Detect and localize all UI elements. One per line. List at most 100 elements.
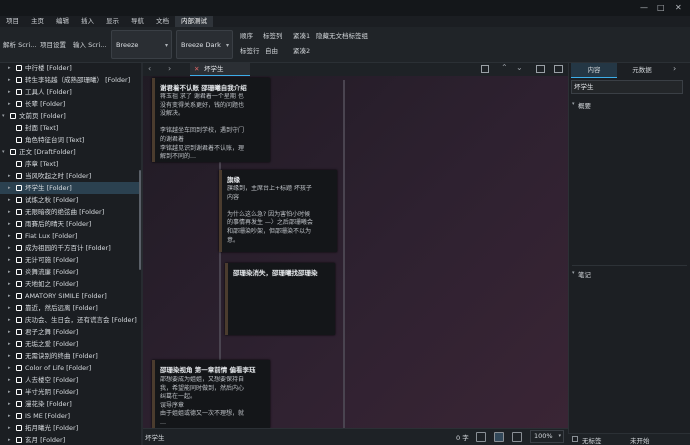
tree-item[interactable]: ▸ 半寸光阴 [Folder] xyxy=(0,386,139,398)
toggle-inspector-icon[interactable] xyxy=(554,65,563,73)
tree-item[interactable]: ▸ 漫花染 [Folder] xyxy=(0,398,139,410)
tree-item[interactable]: ▾ 文前页 [Folder] xyxy=(0,110,139,122)
tree-item[interactable]: ▸ 无计可施 [Folder] xyxy=(0,254,139,266)
tree-item[interactable]: ▸ 成为祖园的千方百计 [Folder] xyxy=(0,242,139,254)
notes-section[interactable]: ▾ 笔记 xyxy=(572,269,591,279)
chevron-right-icon[interactable]: ▸ xyxy=(8,398,11,410)
tree-item[interactable]: ▸ AMATORY SIMILE [Folder] xyxy=(0,290,139,302)
tree-item[interactable]: ▸ 无垢之爱 [Folder] xyxy=(0,338,139,350)
tab-document[interactable]: ✕ 坏学生 xyxy=(190,63,250,76)
hide-empty-label-groups-button[interactable]: 隐藏无文档标签组 xyxy=(316,31,368,41)
chevron-right-icon[interactable]: ▸ xyxy=(8,374,11,386)
tree-item[interactable]: ▸ 拓月曦光 [Folder] xyxy=(0,422,139,434)
menu-view[interactable]: 显示 xyxy=(100,16,125,27)
more-tabs-icon[interactable]: › xyxy=(673,64,676,73)
chevron-right-icon[interactable]: ▸ xyxy=(8,254,11,266)
tree-item[interactable]: ▸ 试炼之秋 [Folder] xyxy=(0,194,139,206)
back-arrow-icon[interactable]: ‹ xyxy=(148,64,151,73)
chevron-right-icon[interactable]: ▸ xyxy=(8,74,11,86)
status-value[interactable]: 未开始 xyxy=(630,435,650,445)
color-scheme-combo[interactable]: Breeze Dark ▾ xyxy=(176,30,233,59)
chevron-right-icon[interactable]: ▸ xyxy=(8,422,11,434)
index-card[interactable]: 邵珊染视角 第一章前情 偏看李珏 邵想要成为姐姐，又想要保持自 我，希望能同时做… xyxy=(152,360,270,428)
tree-item[interactable]: ▸ 长辈 [Folder] xyxy=(0,98,139,110)
chevron-right-icon[interactable]: ▸ xyxy=(8,170,11,182)
chevron-right-icon[interactable]: ▸ xyxy=(8,182,11,194)
index-card[interactable]: 邵珊染消失，邵珊曦找邵珊染 xyxy=(225,263,335,335)
close-tab-icon[interactable]: ✕ xyxy=(194,63,199,76)
tree-item[interactable]: ▸ IS ME [Folder] xyxy=(0,410,139,422)
menu-document[interactable]: 文档 xyxy=(150,16,175,27)
chevron-right-icon[interactable]: ▸ xyxy=(8,266,11,278)
outline-view-icon[interactable] xyxy=(512,432,522,442)
menu-insert[interactable]: 插入 xyxy=(75,16,100,27)
index-card[interactable]: 旗缘 旗缘到，主席台上+标题 坏孩子 内容 为什么这么急? 因为害怕小时候 的事… xyxy=(219,170,337,252)
bookmark-icon[interactable] xyxy=(481,65,489,73)
tree-item[interactable]: ▸ 无限暗夜的绝弦曲 [Folder] xyxy=(0,206,139,218)
chevron-down-icon[interactable]: ▾ xyxy=(2,110,5,122)
chevron-right-icon[interactable]: ▸ xyxy=(8,326,11,338)
label-column-button[interactable]: 标签列 xyxy=(263,31,283,41)
chevron-right-icon[interactable]: ▸ xyxy=(8,98,11,110)
chevron-right-icon[interactable]: ▸ xyxy=(8,302,11,314)
binder-tree[interactable]: ▸ 中行楼 [Folder] ▸ 转生李铭越（成熟邵珊曦） [Folder] ▸ 工具人 … xyxy=(0,63,141,445)
tree-item[interactable]: ▸ 工具人 [Folder] xyxy=(0,86,139,98)
free-button[interactable]: 自由 xyxy=(265,46,278,56)
tree-item[interactable]: ▸ 坏学生 [Folder] xyxy=(0,182,139,194)
split-view-icon[interactable] xyxy=(536,65,545,73)
chevron-right-icon[interactable]: ▸ xyxy=(8,290,11,302)
order-button[interactable]: 顺序 xyxy=(240,31,253,41)
tab-content[interactable]: 内容 xyxy=(571,63,617,78)
tree-item[interactable]: ▸ 人去楼空 [Folder] xyxy=(0,374,139,386)
chevron-down-icon[interactable]: ⌄ xyxy=(516,63,523,72)
chevron-right-icon[interactable]: ▸ xyxy=(8,242,11,254)
chevron-right-icon[interactable]: ▸ xyxy=(8,362,11,374)
index-card[interactable]: 谢君着不认账 邵珊曦自我介绍 蒋玉祖 求了 谢君着一个星期 也 没有变得关系更好… xyxy=(152,78,270,162)
maximize-icon[interactable]: □ xyxy=(657,3,665,12)
tree-item[interactable]: ▸ 炎舞流廉 [Folder] xyxy=(0,266,139,278)
menu-edit[interactable]: 编辑 xyxy=(50,16,75,27)
tab-metadata[interactable]: 元数据 xyxy=(619,63,665,78)
chevron-right-icon[interactable]: ▸ xyxy=(8,314,11,326)
tree-item[interactable]: ▸ 天地如之 [Folder] xyxy=(0,278,139,290)
inspector-title-field[interactable]: 坏学生 xyxy=(571,80,683,94)
corkboard-view-icon[interactable] xyxy=(494,432,504,442)
label-checkbox[interactable] xyxy=(572,436,578,442)
chevron-right-icon[interactable]: ▸ xyxy=(8,350,11,362)
chevron-right-icon[interactable]: ▸ xyxy=(8,63,11,74)
chevron-right-icon[interactable]: ▸ xyxy=(8,194,11,206)
menu-project[interactable]: 项目 xyxy=(0,16,25,27)
import-script-button[interactable]: 输入 Scri... xyxy=(73,40,106,50)
compact1-button[interactable]: 紧凑1 xyxy=(293,31,310,41)
chevron-right-icon[interactable]: ▸ xyxy=(8,338,11,350)
tree-item[interactable]: ▾ 正文 [DraftFolder] xyxy=(0,146,139,158)
parse-script-button[interactable]: 解析 Scri... xyxy=(3,40,36,50)
forward-arrow-icon[interactable]: › xyxy=(168,64,171,73)
chevron-right-icon[interactable]: ▸ xyxy=(8,386,11,398)
tree-item[interactable]: ▸ 当风吹起之时 [Folder] xyxy=(0,170,139,182)
summary-section[interactable]: ▾ 概要 xyxy=(572,100,591,110)
menu-home[interactable]: 主页 xyxy=(25,16,50,27)
close-icon[interactable]: ✕ xyxy=(675,3,682,12)
label-value[interactable]: 无标签 xyxy=(582,435,602,445)
chevron-right-icon[interactable]: ▸ xyxy=(8,278,11,290)
chevron-up-icon[interactable]: ⌃ xyxy=(501,63,508,72)
chevron-right-icon[interactable]: ▸ xyxy=(8,434,11,445)
tree-item[interactable]: ▸ Color of Life [Folder] xyxy=(0,362,139,374)
tree-item[interactable]: ▸ 庆功会、生日会，还有谎言会 [Folder] xyxy=(0,314,139,326)
tree-item[interactable]: 封面 [Text] xyxy=(0,122,139,134)
menu-navigate[interactable]: 导航 xyxy=(125,16,150,27)
chevron-down-icon[interactable]: ▾ xyxy=(2,146,5,158)
chevron-right-icon[interactable]: ▸ xyxy=(8,206,11,218)
tree-item[interactable]: ▸ 转生李铭越（成熟邵珊曦） [Folder] xyxy=(0,74,139,86)
tree-item[interactable]: ▸ 中行楼 [Folder] xyxy=(0,63,139,74)
compact2-button[interactable]: 紧凑2 xyxy=(293,46,310,56)
text-view-icon[interactable] xyxy=(476,432,486,442)
zoom-select[interactable]: 100% ▾ xyxy=(530,430,564,443)
tree-item[interactable]: 序章 [Text] xyxy=(0,158,139,170)
tree-item[interactable]: ▸ 雨賽后的晴天 [Folder] xyxy=(0,218,139,230)
tree-item[interactable]: ▸ 靠近，然后远离 [Folder] xyxy=(0,302,139,314)
chevron-right-icon[interactable]: ▸ xyxy=(8,410,11,422)
minimize-icon[interactable]: — xyxy=(640,3,648,12)
tree-item[interactable]: 角色特征台词 [Text] xyxy=(0,134,139,146)
